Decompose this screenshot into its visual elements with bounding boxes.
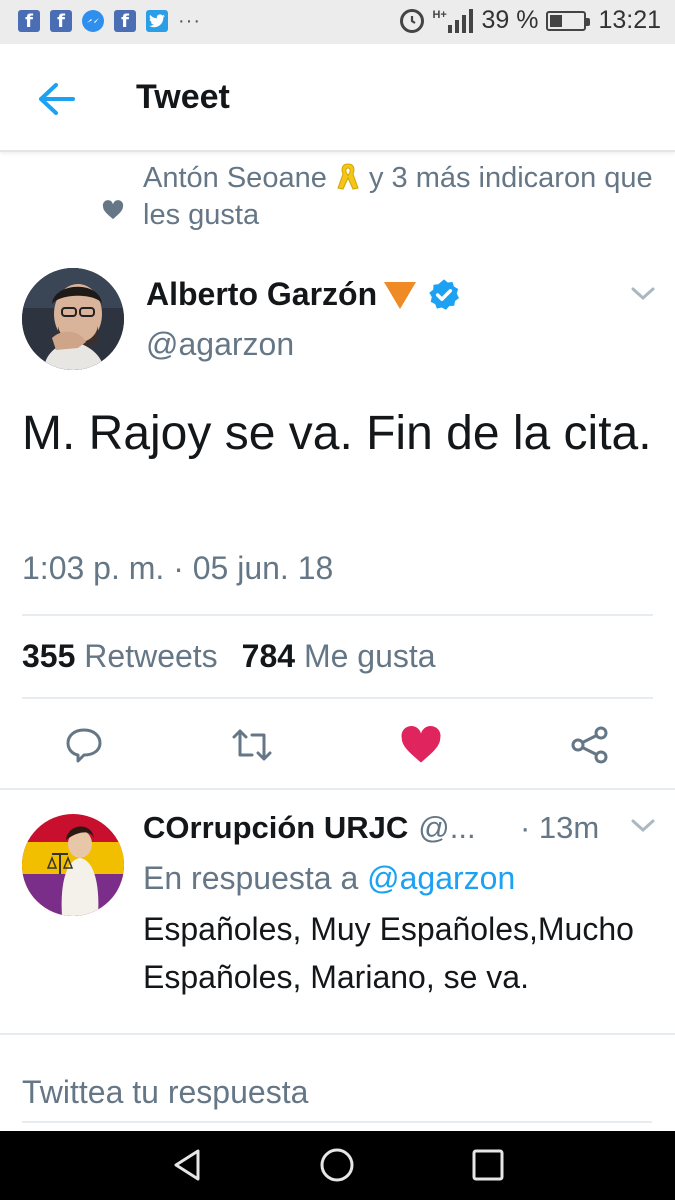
likes-stat[interactable]: 784 Me gusta xyxy=(242,638,436,675)
author-name[interactable]: Alberto Garzón xyxy=(146,276,461,313)
reply-author-name: COrrupción URJC xyxy=(143,810,409,845)
facebook-icon: f xyxy=(18,10,40,32)
likes-label: Me gusta xyxy=(303,638,436,674)
page-title: Tweet xyxy=(136,78,230,116)
retweet-button[interactable] xyxy=(230,725,274,769)
reply-author-handle: @... xyxy=(418,810,476,845)
nav-back-button[interactable] xyxy=(170,1147,206,1183)
tweet-menu-button[interactable] xyxy=(630,286,656,307)
status-bar: f f f ··· H+ 39 % 13:21 xyxy=(0,0,675,44)
reply-icon xyxy=(66,728,102,763)
chevron-down-icon xyxy=(631,287,655,301)
reply-to-line: En respuesta a @agarzon xyxy=(143,860,515,897)
reply-to-prefix: En respuesta a xyxy=(143,860,359,896)
reply-menu-button[interactable] xyxy=(630,818,656,839)
reply-button[interactable] xyxy=(64,725,108,769)
app-header: Tweet xyxy=(0,44,675,152)
share-button[interactable] xyxy=(570,725,614,769)
like-button[interactable] xyxy=(400,725,444,769)
system-indicators: H+ 39 % 13:21 xyxy=(400,6,661,35)
retweets-stat[interactable]: 355 Retweets xyxy=(22,638,218,675)
share-icon xyxy=(571,726,608,764)
reply-time: · 13m xyxy=(520,810,600,845)
nav-recents-button[interactable] xyxy=(470,1147,506,1183)
retweet-icon xyxy=(232,729,272,761)
awareness-ribbon-icon xyxy=(337,163,359,190)
reply-author-avatar[interactable] xyxy=(22,814,124,916)
social-context[interactable]: Antón Seoane y 3 más indicaron que les g… xyxy=(143,160,653,234)
battery-icon xyxy=(546,10,591,31)
battery-percent: 39 % xyxy=(481,6,539,34)
tweet-text: M. Rajoy se va. Fin de la cita. xyxy=(22,407,652,460)
notification-icons: f f f ··· xyxy=(18,10,201,32)
likes-count: 784 xyxy=(241,638,296,674)
context-text-start: Antón Seoane xyxy=(143,162,335,194)
divider xyxy=(22,614,653,616)
divider xyxy=(22,697,653,699)
chevron-down-icon xyxy=(631,819,655,833)
messenger-icon xyxy=(82,10,104,32)
arrow-left-icon xyxy=(39,83,75,115)
author-handle[interactable]: @agarzon xyxy=(146,326,294,363)
verified-badge-icon xyxy=(429,278,460,310)
reply-to-link[interactable]: @agarzon xyxy=(367,860,515,896)
reply-input[interactable] xyxy=(22,1063,652,1123)
heart-icon xyxy=(102,200,124,225)
triangle-back-icon xyxy=(174,1149,200,1181)
author-avatar[interactable] xyxy=(22,268,124,370)
retweets-count: 355 xyxy=(22,638,76,674)
triangle-emoji-icon xyxy=(384,281,417,309)
clock: 13:21 xyxy=(598,6,661,34)
android-nav-bar xyxy=(0,1131,675,1200)
alarm-icon xyxy=(400,8,425,33)
more-notifications-icon: ··· xyxy=(178,10,201,32)
nav-home-button[interactable] xyxy=(319,1147,355,1183)
heart-filled-icon xyxy=(401,725,441,763)
tweet-timestamp[interactable]: 1:03 p. m. · 05 jun. 18 xyxy=(22,550,333,587)
tweet-actions xyxy=(0,715,675,775)
signal-icon xyxy=(448,8,474,33)
square-recents-icon xyxy=(472,1149,504,1181)
retweets-label: Retweets xyxy=(84,638,218,674)
tweet-stats: 355 Retweets 784 Me gusta xyxy=(22,638,436,675)
back-button[interactable] xyxy=(36,82,76,116)
network-type: H+ xyxy=(432,9,447,21)
facebook-icon: f xyxy=(50,10,72,32)
divider xyxy=(0,788,675,790)
twitter-icon xyxy=(146,10,168,32)
circle-home-icon xyxy=(320,1148,354,1182)
compose-bar xyxy=(0,1033,675,1131)
reply-text: Españoles, Muy Españoles,Mucho Españoles… xyxy=(143,911,634,995)
author-name-text: Alberto Garzón xyxy=(146,276,378,312)
facebook-icon: f xyxy=(114,10,136,32)
